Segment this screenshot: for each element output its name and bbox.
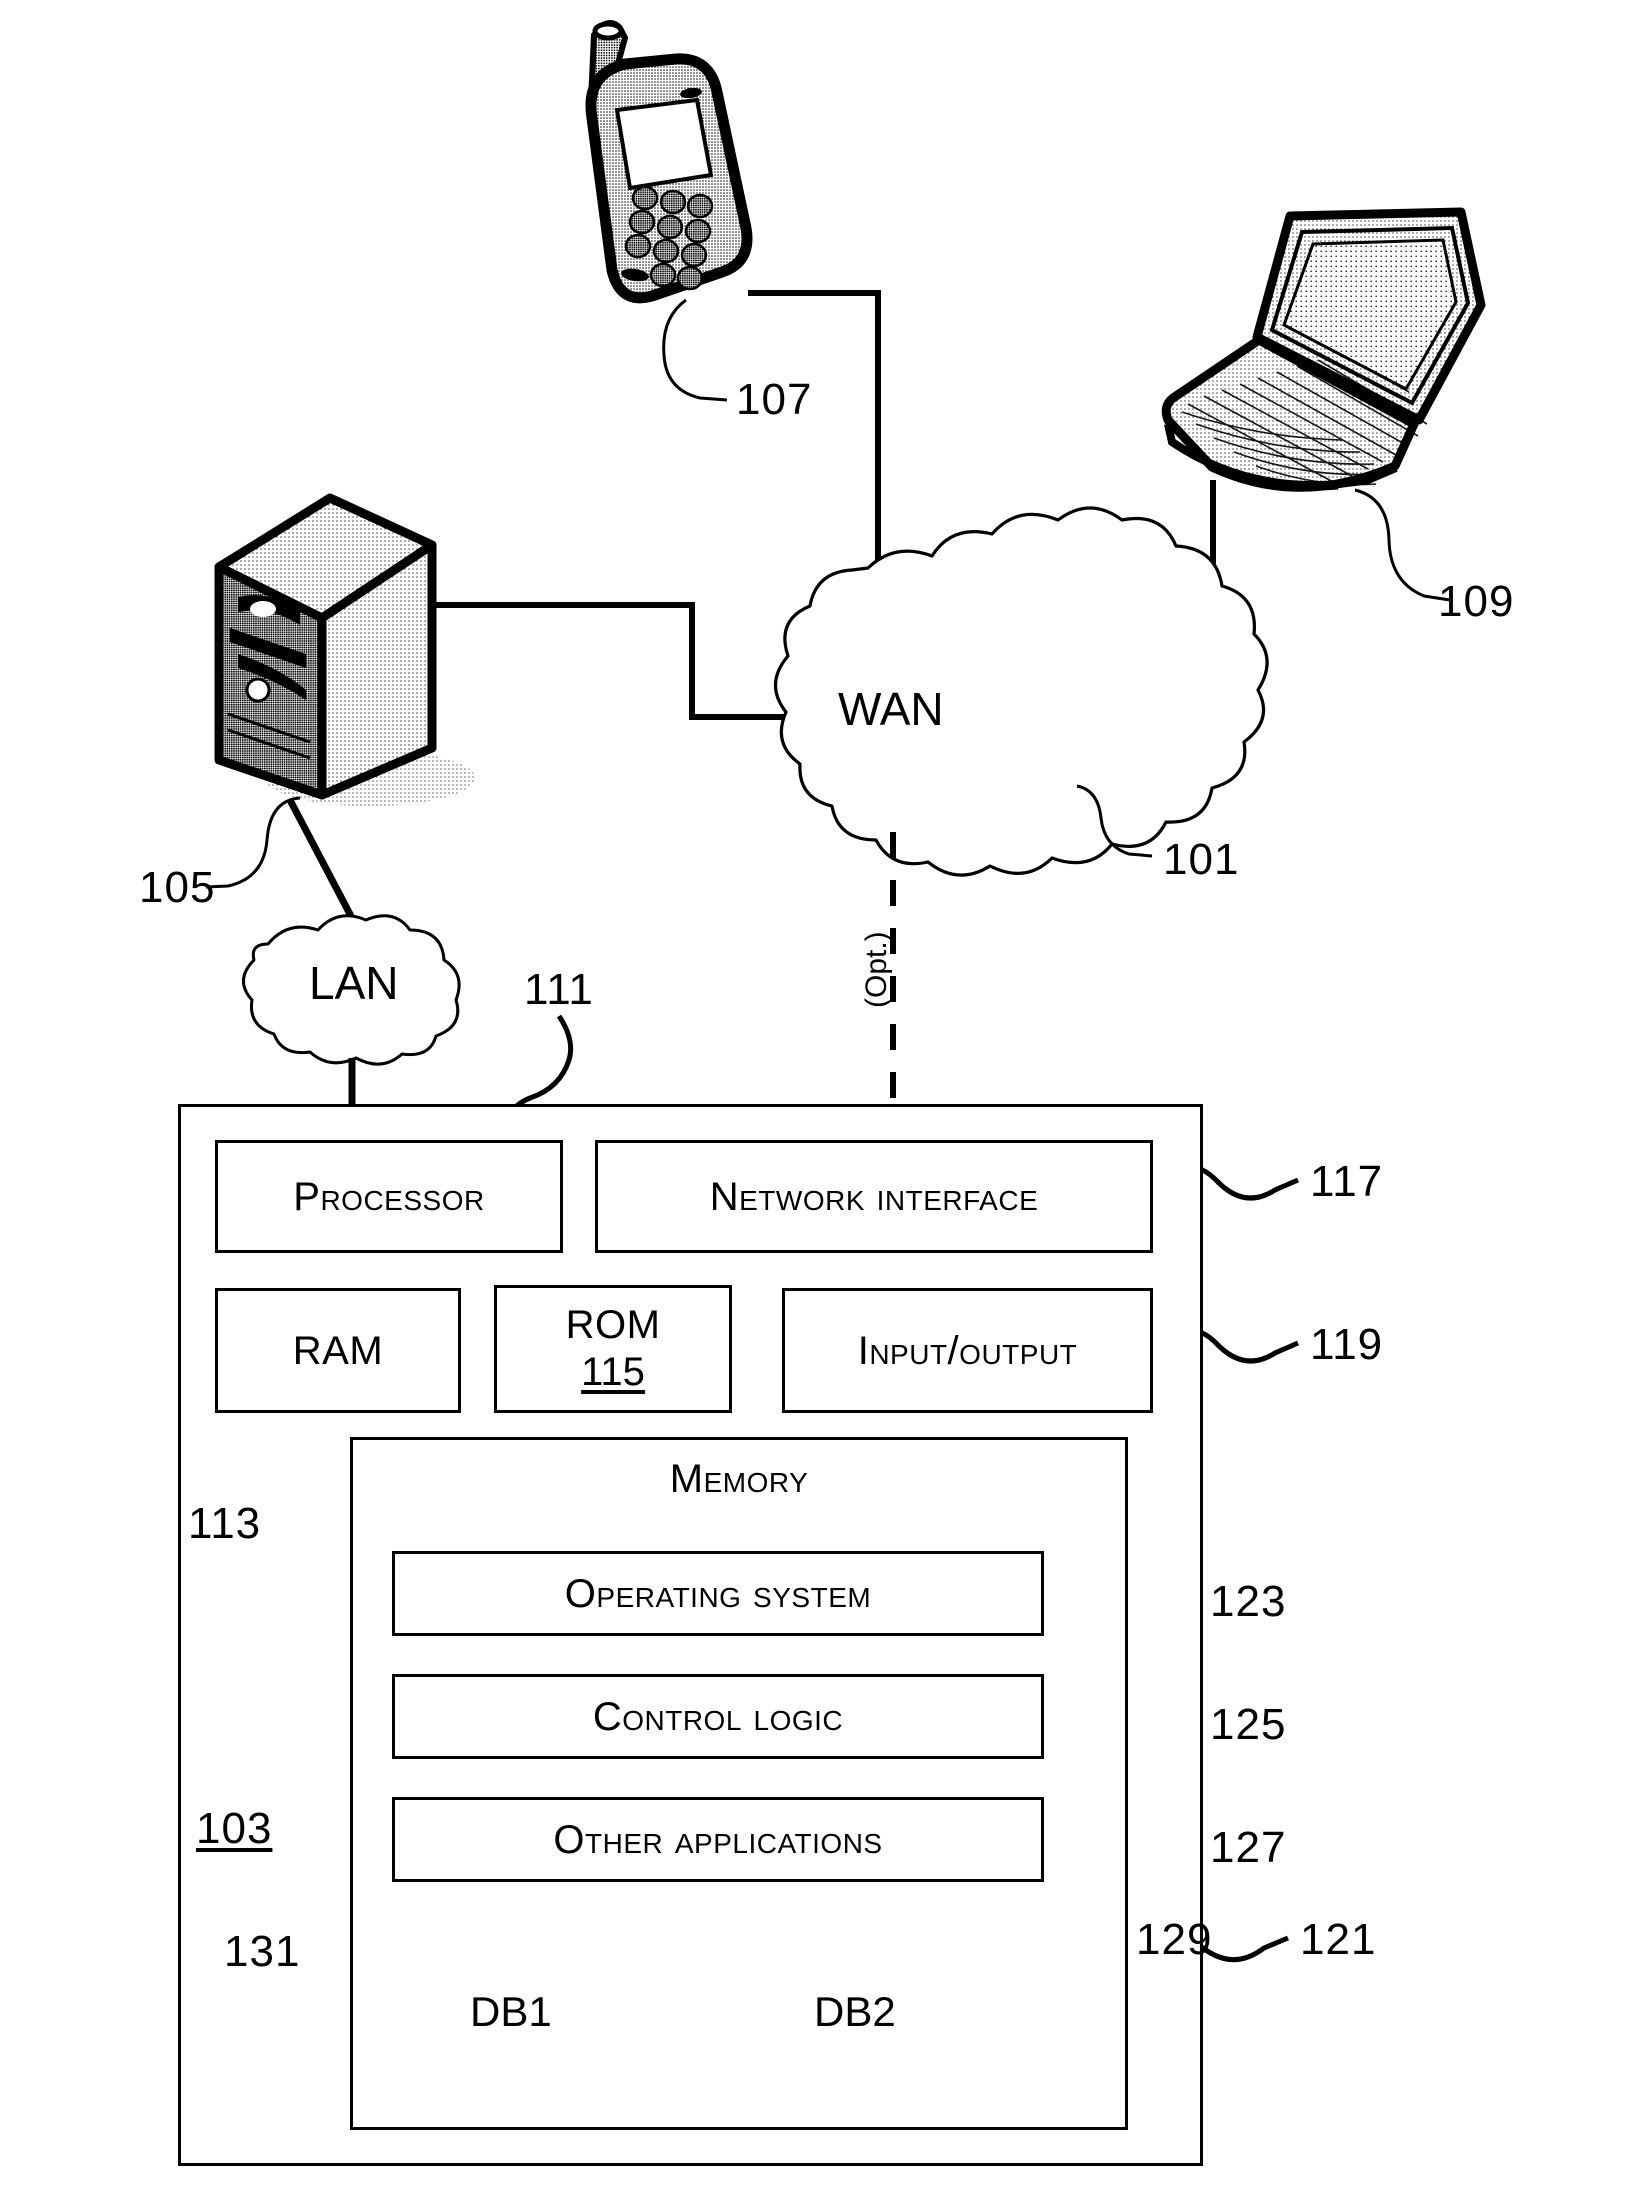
leader-109 bbox=[1354, 488, 1451, 602]
ref-number-113: 113 bbox=[188, 1499, 262, 1548]
memory-label: Memory bbox=[669, 1457, 809, 1501]
wan-cloud-label: WAN bbox=[838, 683, 944, 735]
ref-number-123: 123 bbox=[1210, 1577, 1287, 1626]
processor-label: Processor bbox=[293, 1174, 485, 1219]
ref-number-109: 109 bbox=[1438, 577, 1515, 626]
input-output-label: Input/output bbox=[857, 1328, 1078, 1373]
operating-system-box: Operating system bbox=[392, 1551, 1044, 1636]
connector-tower-to-lan bbox=[286, 798, 356, 920]
control-logic-label: Control logic bbox=[592, 1694, 844, 1739]
leader-107 bbox=[662, 298, 728, 402]
ref-number-101: 101 bbox=[1163, 835, 1240, 884]
connector-phone-to-wan bbox=[748, 290, 881, 583]
ref-number-127: 127 bbox=[1210, 1823, 1287, 1872]
db2-label: DB2 bbox=[814, 1988, 896, 2035]
ram-label: RAM bbox=[292, 1328, 384, 1373]
memory-frame: Memory bbox=[350, 1437, 1128, 2130]
server-tower-icon bbox=[214, 493, 475, 806]
operating-system-label: Operating system bbox=[564, 1571, 872, 1616]
ref-number-107: 107 bbox=[736, 375, 813, 424]
ram-box: RAM bbox=[215, 1288, 461, 1413]
other-applications-label: Other applications bbox=[553, 1817, 883, 1862]
optional-link-label: (Opt.) bbox=[860, 931, 893, 1008]
rom-label: ROM bbox=[565, 1302, 661, 1347]
laptop-icon bbox=[1161, 207, 1486, 492]
lan-cloud-label: LAN bbox=[309, 957, 399, 1009]
ref-number-117: 117 bbox=[1310, 1157, 1384, 1206]
ref-number-105: 105 bbox=[139, 863, 216, 912]
network-interface-box: Network interface bbox=[595, 1140, 1153, 1253]
other-applications-box: Other applications bbox=[392, 1797, 1044, 1882]
rom-ref-number: 115 bbox=[581, 1349, 645, 1394]
rom-box: ROM 115 bbox=[494, 1285, 732, 1413]
ref-number-119: 119 bbox=[1310, 1320, 1384, 1369]
leader-105 bbox=[205, 796, 301, 889]
ref-number-129: 129 bbox=[1136, 1915, 1213, 1964]
ref-number-125: 125 bbox=[1210, 1700, 1287, 1749]
db1-label: DB1 bbox=[470, 1988, 552, 2035]
mobile-phone-icon bbox=[585, 20, 753, 304]
processor-box: Processor bbox=[215, 1140, 563, 1253]
memory-title-wrap: Memory bbox=[353, 1458, 1125, 1500]
network-interface-label: Network interface bbox=[709, 1174, 1039, 1219]
control-logic-box: Control logic bbox=[392, 1674, 1044, 1759]
ref-number-131: 131 bbox=[224, 1927, 301, 1976]
ref-number-121: 121 bbox=[1300, 1915, 1377, 1964]
input-output-box: Input/output bbox=[782, 1288, 1153, 1413]
ref-number-111: 111 bbox=[524, 965, 594, 1014]
ref-number-103: 103 bbox=[196, 1804, 273, 1853]
patent-figure: WAN LAN (Opt.) Processor Network interfa… bbox=[0, 0, 1645, 2201]
